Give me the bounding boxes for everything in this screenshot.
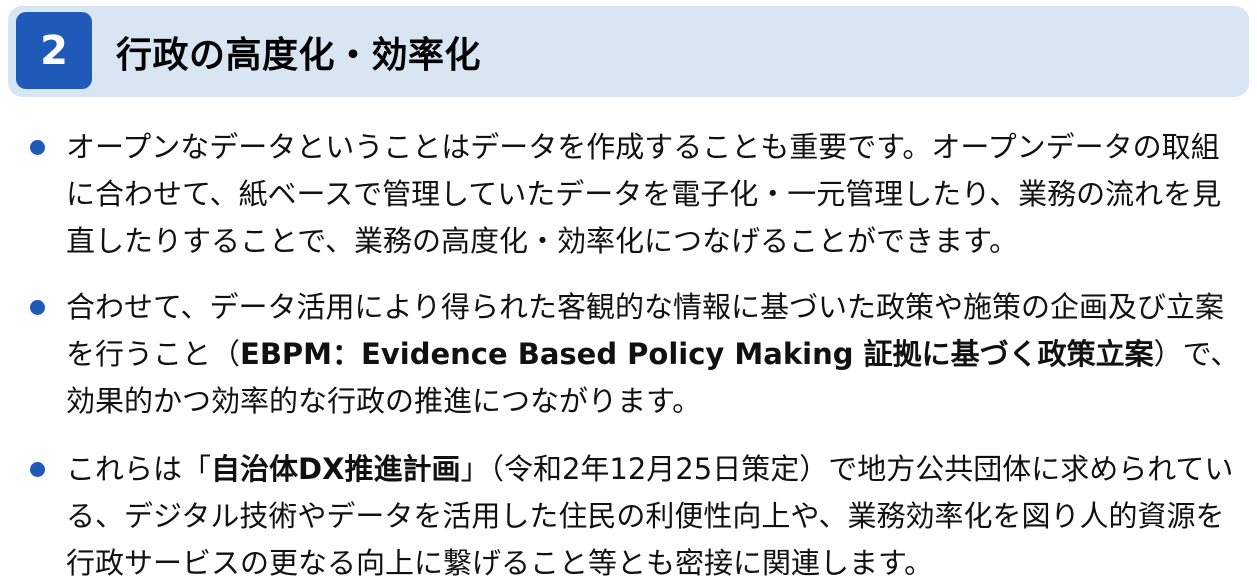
bullet-dot-icon — [30, 140, 45, 155]
bullet-dot-icon — [30, 462, 45, 477]
bullet-text-3: これらは「自治体DX推進計画」（令和2年12月25日策定）で地方公共団体に求めら… — [66, 446, 1246, 587]
section-title: 行政の高度化・効率化 — [116, 34, 482, 76]
bullet-text-2: 合わせて、データ活用により得られた客観的な情報に基づいた政策や施策の企画及び立案… — [66, 284, 1246, 425]
bullet-1-text: オープンなデータということはデータを作成することも重要です。オープンデータの取組… — [66, 130, 1222, 258]
section-header: 2 行政の高度化・効率化 — [8, 6, 1249, 97]
bullet-2-bold: EBPM：Evidence Based Policy Making 証拠に基づく… — [240, 337, 1154, 371]
bullet-dot-icon — [30, 300, 45, 315]
bullet-3-bold: 自治体DX推進計画 — [211, 452, 461, 486]
bullet-3-pre: これらは「 — [66, 452, 212, 486]
section-number-badge: 2 — [16, 12, 92, 89]
bullet-text-1: オープンなデータということはデータを作成することも重要です。オープンデータの取組… — [66, 124, 1246, 265]
